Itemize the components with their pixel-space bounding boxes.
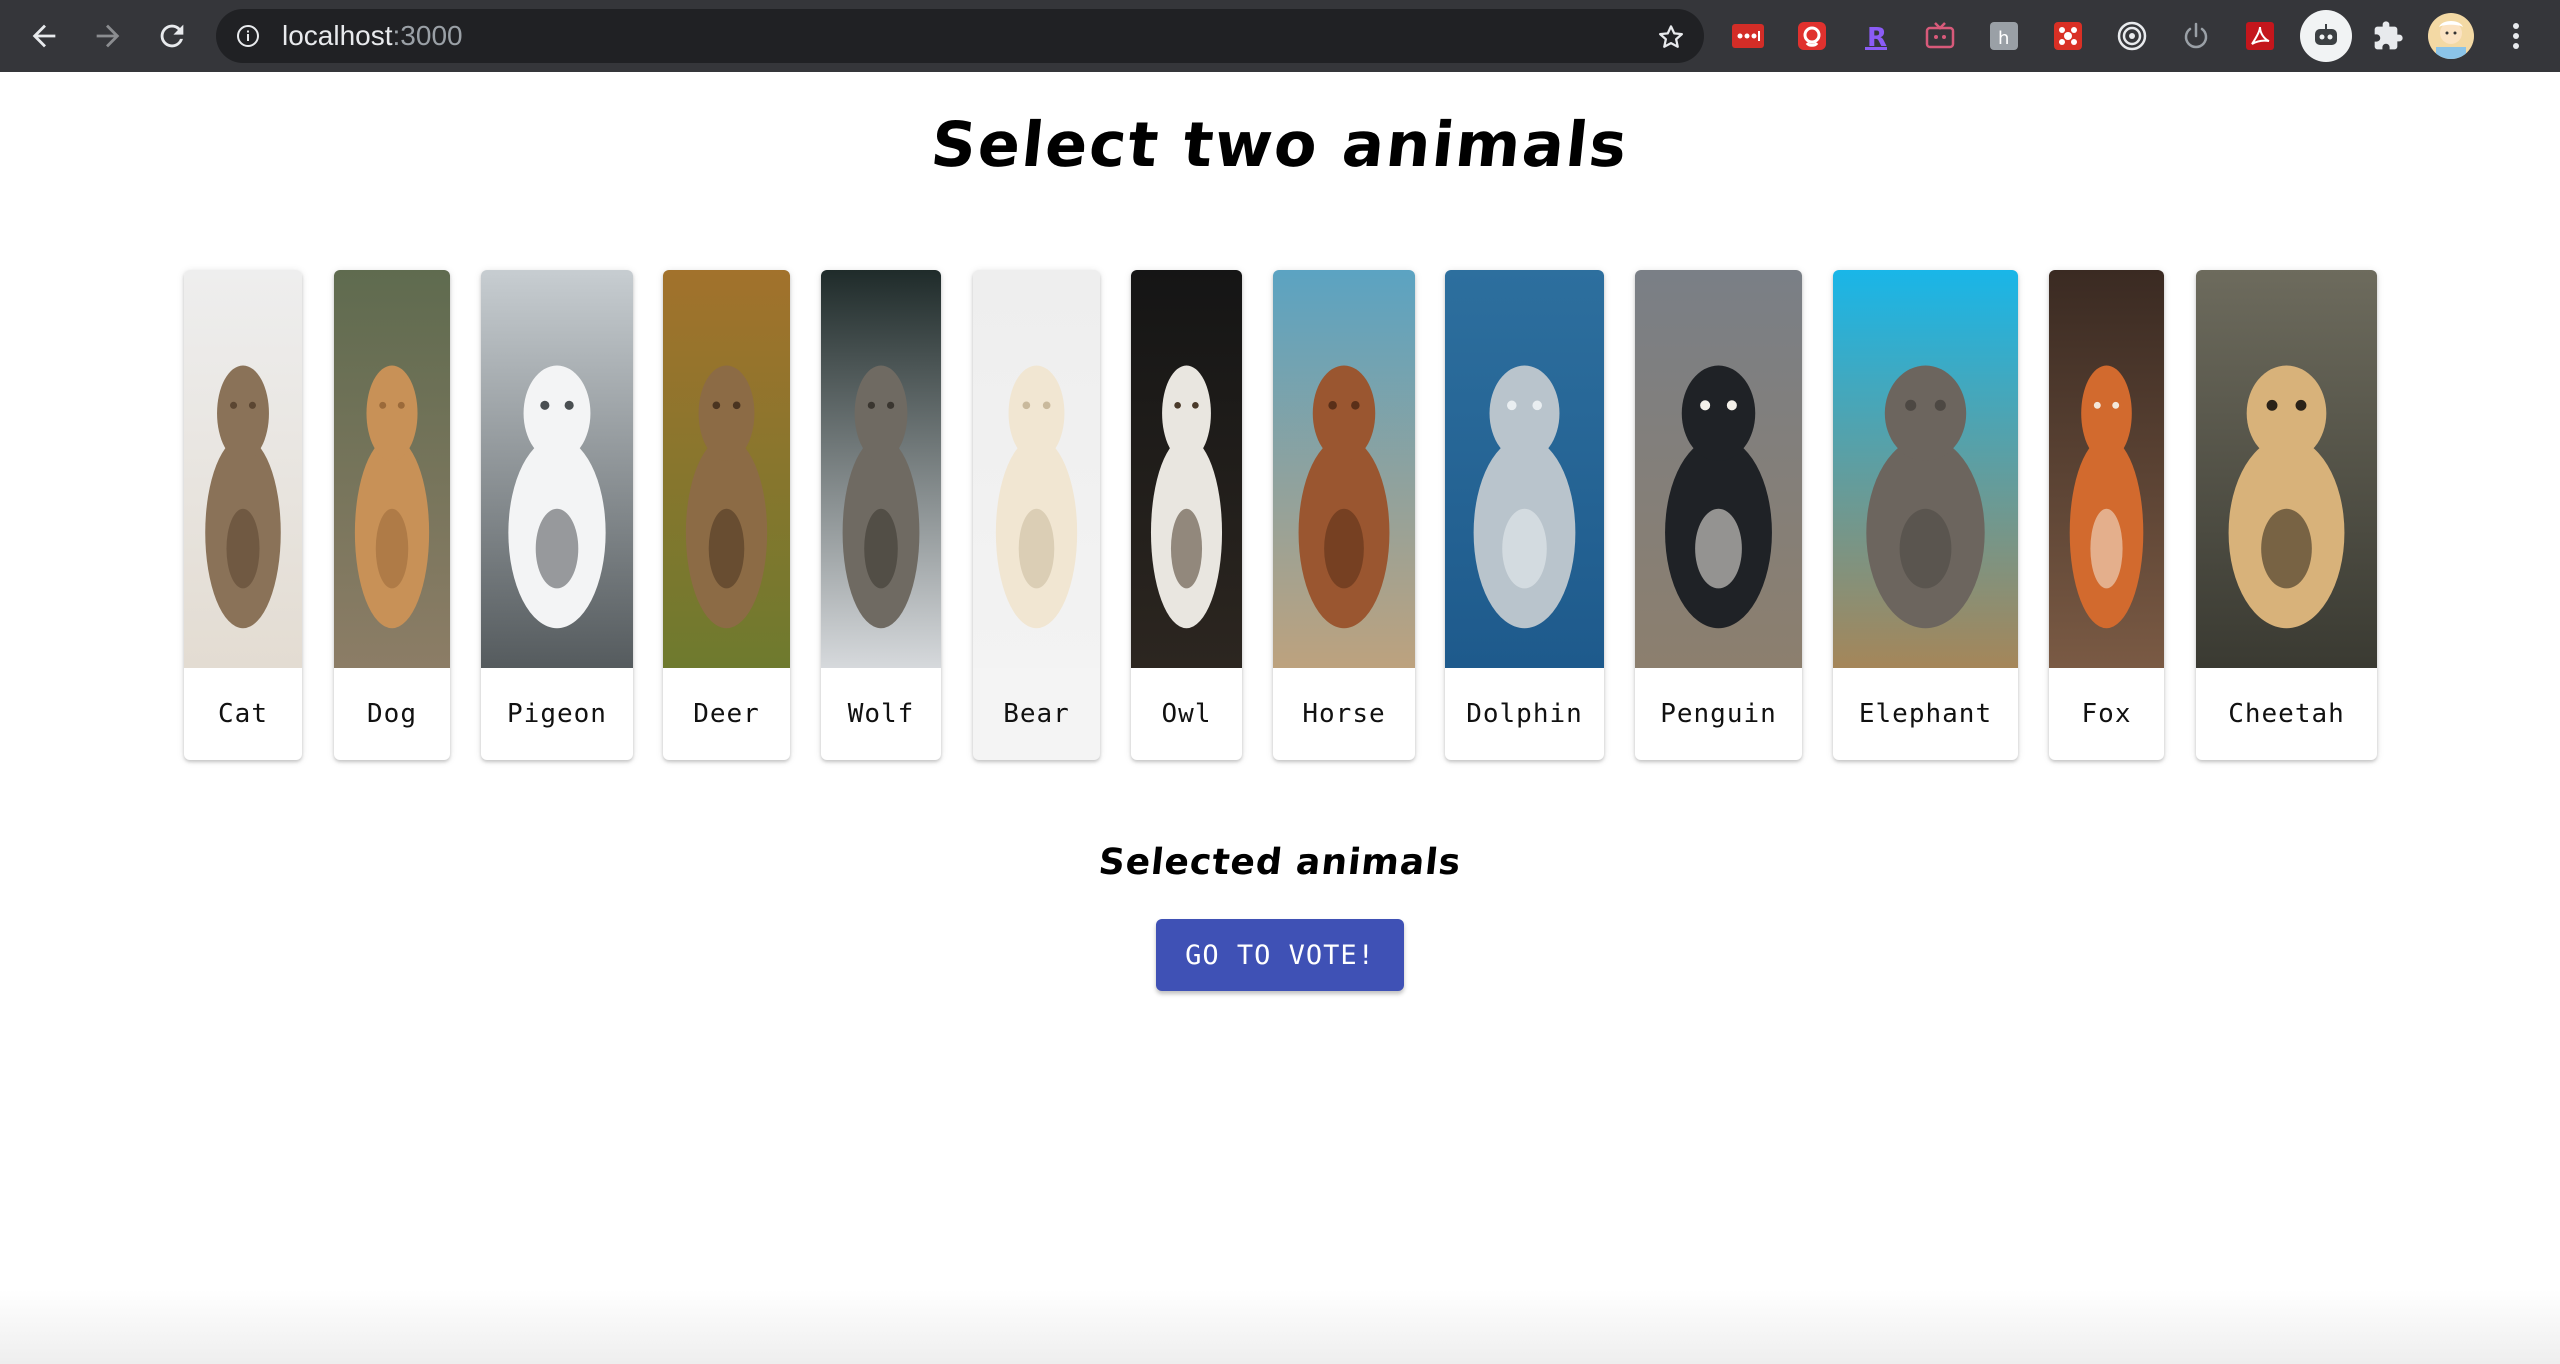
animal-photo-horse bbox=[1273, 270, 1415, 668]
animal-card-owl[interactable]: Owl bbox=[1131, 270, 1242, 760]
animal-card-penguin[interactable]: Penguin bbox=[1635, 270, 1802, 760]
window-bottom-edge bbox=[0, 1290, 2560, 1364]
animal-photo-deer bbox=[663, 270, 790, 668]
animal-card-label: Fox bbox=[2081, 699, 2132, 729]
animal-photo-cat bbox=[184, 270, 302, 668]
avatar-face-icon bbox=[2436, 21, 2466, 59]
selected-animals-heading: Selected animals bbox=[1096, 842, 1464, 883]
browser-menu-icon[interactable] bbox=[2496, 16, 2536, 56]
animal-card-label: Deer bbox=[693, 699, 760, 729]
animal-card-fox[interactable]: Fox bbox=[2049, 270, 2164, 760]
animal-card-label: Wolf bbox=[847, 699, 915, 729]
animal-photo-pigeon bbox=[481, 270, 633, 668]
reload-button[interactable] bbox=[148, 12, 196, 60]
animal-card-bear[interactable]: Bear bbox=[973, 270, 1100, 760]
animal-photo-wolf bbox=[821, 270, 941, 668]
puzzle-extensions-icon[interactable] bbox=[2368, 16, 2408, 56]
robot-extension-icon[interactable] bbox=[2300, 10, 2352, 62]
profile-avatar[interactable] bbox=[2428, 13, 2474, 59]
bookmark-star-icon[interactable] bbox=[1656, 22, 1686, 56]
animal-card-pigeon[interactable]: Pigeon bbox=[481, 270, 633, 760]
animal-card-dog[interactable]: Dog bbox=[334, 270, 450, 760]
animal-photo-fox bbox=[2049, 270, 2164, 668]
animal-card-label: Cat bbox=[218, 699, 268, 729]
animal-card-deer[interactable]: Deer bbox=[663, 270, 790, 760]
go-to-vote-button[interactable]: GO TO VOTE! bbox=[1156, 919, 1404, 991]
hacker-extension-icon[interactable]: h bbox=[1984, 16, 2024, 56]
url-host: localhost bbox=[282, 20, 393, 51]
tv-extension-icon[interactable] bbox=[1920, 16, 1960, 56]
animal-card-label: Owl bbox=[1161, 699, 1212, 729]
power-extension-icon[interactable] bbox=[2176, 16, 2216, 56]
animal-card-dolphin[interactable]: Dolphin bbox=[1445, 270, 1604, 760]
acrobat-extension-icon[interactable] bbox=[2240, 16, 2280, 56]
arrow-left-icon bbox=[32, 24, 56, 48]
animal-photo-bear bbox=[973, 270, 1100, 668]
r-extension-icon[interactable]: R bbox=[1856, 16, 1896, 56]
animal-card-label: Pigeon bbox=[507, 699, 607, 729]
site-info-icon[interactable] bbox=[236, 24, 260, 52]
browser-toolbar: localhost:3000 R h bbox=[0, 0, 2560, 72]
animal-card-label: Horse bbox=[1302, 699, 1386, 729]
animal-card-elephant[interactable]: Elephant bbox=[1833, 270, 2018, 760]
flower-extension-icon[interactable] bbox=[2048, 16, 2088, 56]
svg-text:h: h bbox=[1998, 28, 2009, 49]
url-port: :3000 bbox=[392, 20, 463, 51]
url-text: localhost:3000 bbox=[282, 22, 463, 50]
animal-card-label: Dolphin bbox=[1466, 699, 1583, 729]
target-extension-icon[interactable] bbox=[2112, 16, 2152, 56]
address-bar[interactable]: localhost:3000 bbox=[216, 9, 1704, 63]
reload-icon bbox=[160, 24, 184, 48]
animal-photo-penguin bbox=[1635, 270, 1802, 668]
arrow-right-icon bbox=[96, 24, 120, 48]
animal-card-label: Elephant bbox=[1858, 699, 1993, 729]
animal-card-label: Cheetah bbox=[2228, 699, 2345, 729]
animal-card-cheetah[interactable]: Cheetah bbox=[2196, 270, 2377, 760]
animal-card-label: Penguin bbox=[1660, 699, 1777, 729]
back-button[interactable] bbox=[20, 12, 68, 60]
animal-card-label: Dog bbox=[367, 699, 417, 729]
animal-photo-elephant bbox=[1833, 270, 2018, 668]
forward-button[interactable] bbox=[84, 12, 132, 60]
animal-card-label: Bear bbox=[1003, 699, 1070, 729]
page-title: Select two animals bbox=[927, 108, 1633, 181]
animal-photo-owl bbox=[1131, 270, 1242, 668]
animal-card-wolf[interactable]: Wolf bbox=[821, 270, 941, 760]
animal-photo-dolphin bbox=[1445, 270, 1604, 668]
animal-card-cat[interactable]: Cat bbox=[184, 270, 302, 760]
animal-photo-dog bbox=[334, 270, 450, 668]
grammarly-extension-icon[interactable] bbox=[1792, 16, 1832, 56]
animal-photo-cheetah bbox=[2196, 270, 2377, 668]
lastpass-extension-icon[interactable] bbox=[1728, 16, 1768, 56]
animal-card-horse[interactable]: Horse bbox=[1273, 270, 1415, 760]
